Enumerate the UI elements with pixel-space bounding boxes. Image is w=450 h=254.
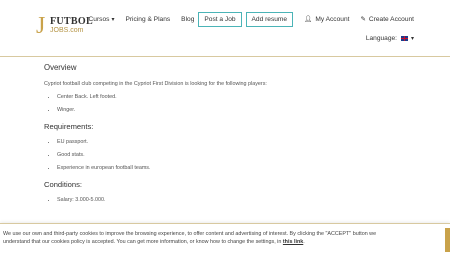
my-account-label: My Account bbox=[315, 15, 350, 23]
requirements-heading: Requirements: bbox=[44, 122, 94, 131]
create-account-label: Create Account bbox=[368, 15, 414, 23]
cookie-end: . bbox=[303, 239, 305, 245]
nav-cursos-label: Cursos bbox=[88, 15, 110, 23]
create-account-link[interactable]: ✎ Create Account bbox=[360, 15, 414, 24]
header-divider bbox=[0, 56, 450, 57]
uk-flag-icon bbox=[399, 35, 409, 42]
user-icon: 👤︎ bbox=[304, 16, 313, 23]
chevron-down-icon: ▾ bbox=[410, 36, 414, 42]
accept-button[interactable] bbox=[445, 228, 450, 252]
list-item: Salary: 3.000-5.000. bbox=[57, 197, 106, 203]
logo-subtext: JOBS.com bbox=[50, 27, 84, 34]
main-nav: Cursos ▾ Pricing & Plans Blog Post a Job… bbox=[78, 11, 414, 27]
nav-cursos[interactable]: Cursos ▾ bbox=[89, 16, 115, 23]
pencil-icon: ✎ bbox=[360, 16, 366, 23]
list-item: Center Back. Left footed. bbox=[57, 94, 117, 107]
cookie-text: We use our own and third-party cookies t… bbox=[3, 230, 403, 246]
post-job-button[interactable]: Post a Job bbox=[198, 11, 242, 27]
conditions-heading: Conditions: bbox=[44, 180, 82, 189]
chevron-down-icon: ▾ bbox=[111, 16, 115, 23]
list-item: Winger. bbox=[57, 107, 117, 120]
add-resume-button[interactable]: Add resume bbox=[245, 11, 294, 27]
language-label: Language: bbox=[365, 35, 397, 42]
nav-blog[interactable]: Blog bbox=[181, 16, 194, 23]
players-list: Center Back. Left footed. Winger. bbox=[44, 94, 117, 120]
my-account-link[interactable]: 👤︎ My Account bbox=[304, 15, 350, 24]
language-selector[interactable]: Language: ▾ bbox=[366, 35, 414, 42]
cookie-banner: We use our own and third-party cookies t… bbox=[0, 223, 450, 254]
requirements-list: EU passport. Good stats. Experience in e… bbox=[44, 139, 151, 178]
list-item: Good stats. bbox=[57, 152, 151, 165]
overview-heading: Overview bbox=[44, 63, 77, 72]
cookie-policy-link[interactable]: this link bbox=[283, 239, 303, 245]
conditions-list: Salary: 3.000-5.000. bbox=[44, 197, 106, 203]
list-item: Experience in european football teams. bbox=[57, 165, 151, 178]
list-item: EU passport. bbox=[57, 139, 151, 152]
nav-pricing[interactable]: Pricing & Plans bbox=[125, 16, 170, 23]
intro-text: Cypriot football club competing in the C… bbox=[44, 81, 267, 87]
site-header: J FUTBOL JOBS.com Cursos ▾ Pricing & Pla… bbox=[0, 0, 450, 56]
logo-glyph: J bbox=[36, 13, 46, 39]
cookie-message: We use our own and third-party cookies t… bbox=[3, 231, 377, 245]
